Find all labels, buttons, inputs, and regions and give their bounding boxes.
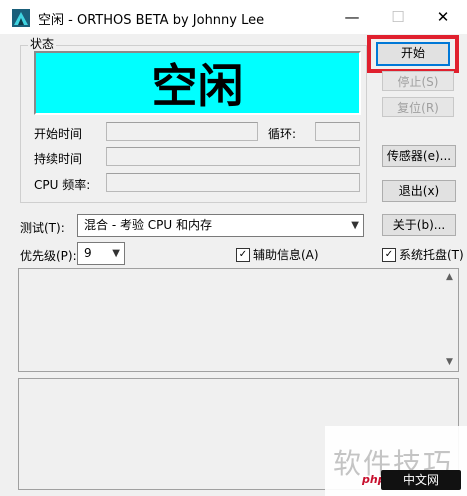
log-output-area[interactable]: ▲ ▼ (18, 268, 459, 372)
start-button[interactable]: 开始 (376, 42, 450, 66)
window-title: 空闲 - ORTHOS BETA by Johnny Lee (38, 13, 265, 28)
start-time-label: 开始时间 (34, 127, 83, 141)
test-label: 测试(T): (20, 221, 65, 235)
status-group-label: 状态 (28, 35, 57, 52)
priority-label: 优先级(P): (20, 249, 77, 263)
start-time-field (106, 122, 258, 141)
loop-field (315, 122, 360, 141)
chevron-down-icon: ▼ (351, 220, 359, 231)
chevron-down-icon: ▼ (112, 248, 120, 259)
minimize-button[interactable]: — (329, 0, 375, 34)
duration-field (106, 147, 360, 166)
duration-label: 持续时间 (34, 152, 83, 166)
sensors-button[interactable]: 传感器(e)... (382, 145, 456, 167)
test-combo[interactable]: 混合 - 考验 CPU 和内存 ▼ (77, 214, 364, 237)
maximize-button[interactable]: ☐ (375, 0, 421, 34)
exit-button[interactable]: 退出(x) (382, 180, 456, 202)
cpu-frequency-field (106, 173, 360, 192)
reset-button[interactable]: 复位(R) (382, 97, 454, 117)
test-combo-value: 混合 - 考验 CPU 和内存 (84, 218, 212, 232)
about-button[interactable]: 关于(b)... (382, 214, 456, 236)
app-icon (12, 9, 30, 27)
priority-combo[interactable]: 9 ▼ (77, 242, 125, 265)
scroll-up-icon[interactable]: ▲ (441, 269, 458, 286)
aux-info-label: 辅助信息(A) (253, 248, 319, 262)
stop-button[interactable]: 停止(S) (382, 71, 454, 91)
cpu-frequency-label: CPU 频率: (34, 178, 91, 192)
status-display: 空闲 (34, 51, 361, 115)
aux-info-checkbox[interactable]: ✓ 辅助信息(A) (236, 246, 319, 263)
close-button[interactable]: ✕ (420, 0, 466, 34)
scroll-down-icon[interactable]: ▼ (441, 354, 458, 371)
system-tray-label: 系统托盘(T) (399, 248, 464, 262)
check-icon: ✓ (382, 247, 396, 262)
loop-label: 循环: (268, 127, 297, 141)
watermark-badge: 中文网 (381, 470, 461, 490)
check-icon: ✓ (236, 247, 250, 262)
system-tray-checkbox[interactable]: ✓ 系统托盘(T) (382, 246, 464, 263)
priority-combo-value: 9 (84, 246, 92, 260)
